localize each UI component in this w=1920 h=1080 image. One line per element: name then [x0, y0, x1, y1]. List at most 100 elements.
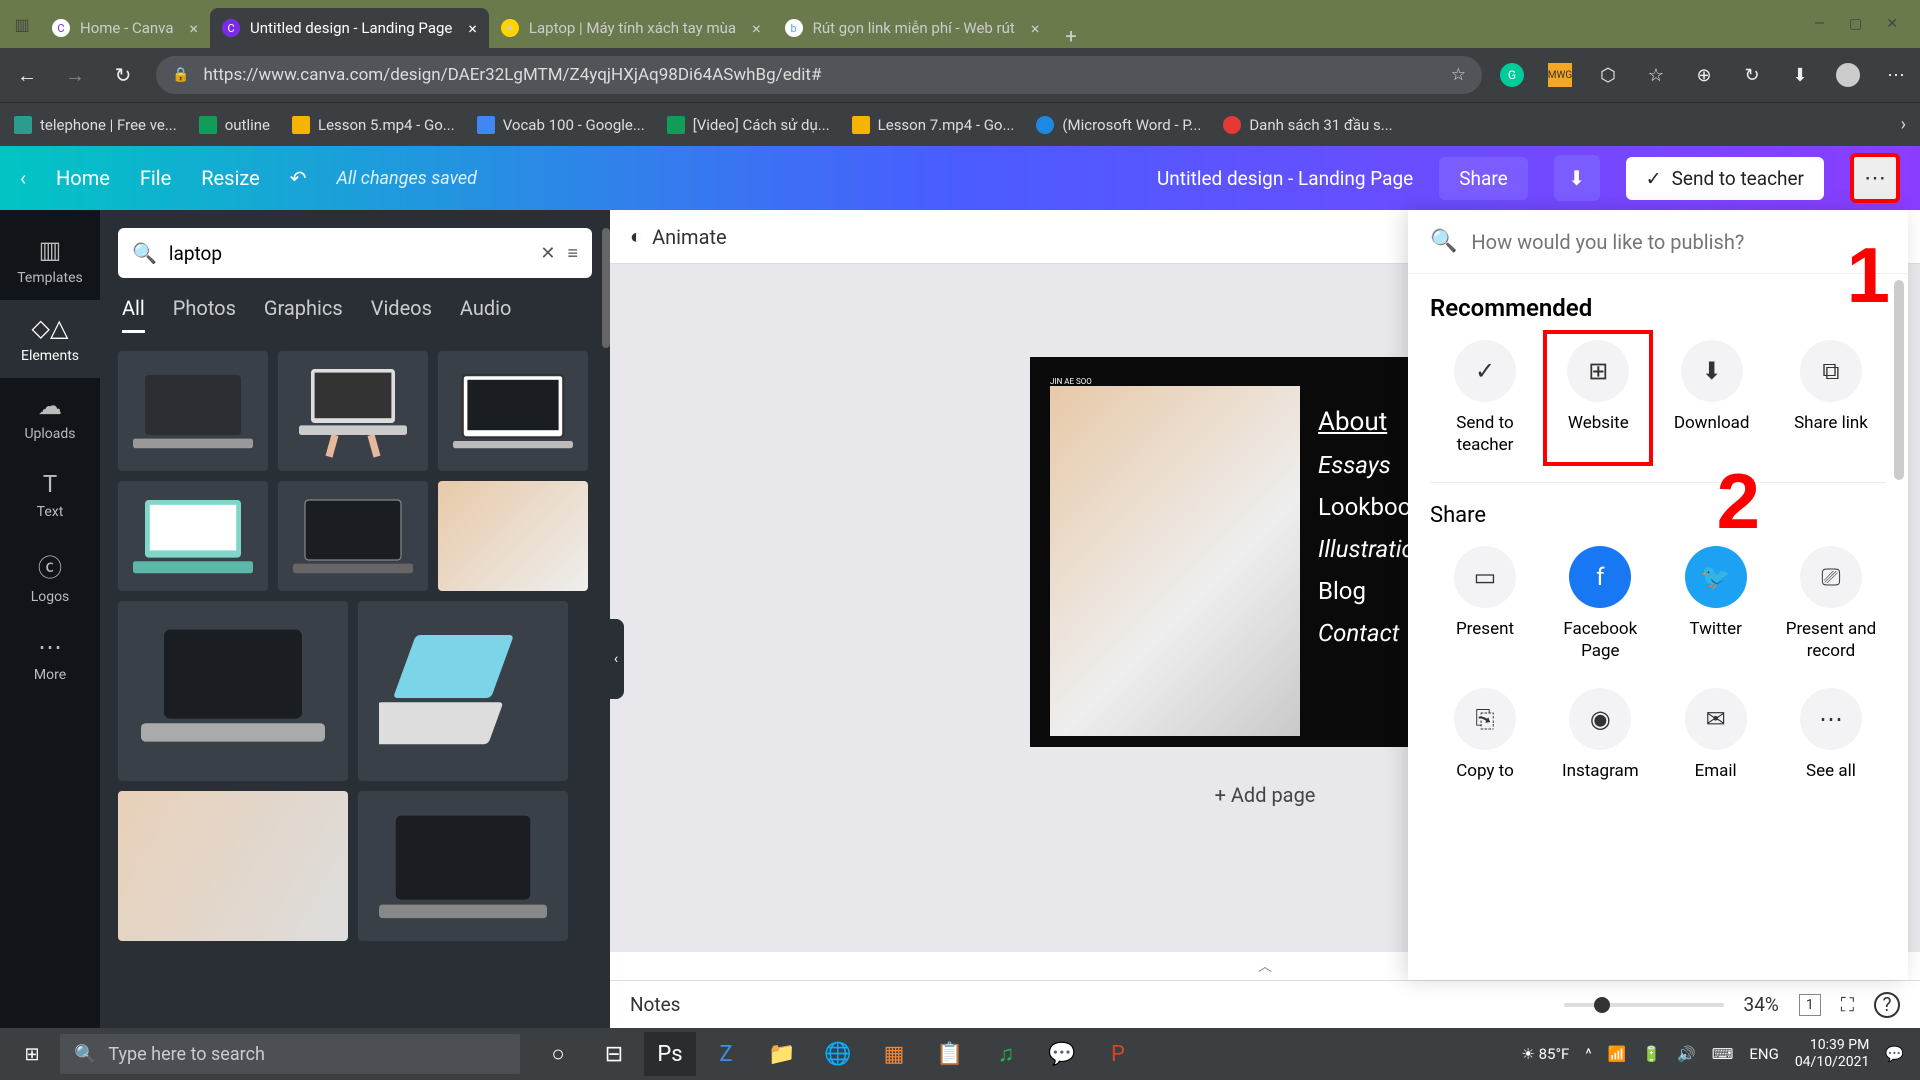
favorites-icon[interactable]: ☆ — [1644, 63, 1668, 87]
notifications-icon[interactable]: 💬 — [1885, 1045, 1904, 1063]
rail-uploads[interactable]: ☁Uploads — [0, 378, 100, 456]
wifi-icon[interactable]: 📶 — [1608, 1045, 1627, 1063]
tab-photos[interactable]: Photos — [173, 296, 236, 333]
close-icon[interactable]: × — [752, 19, 761, 38]
bookmark-item[interactable]: Vocab 100 - Google... — [477, 116, 645, 134]
publish-website[interactable]: ⊞Website — [1543, 330, 1653, 466]
tab-graphics[interactable]: Graphics — [264, 296, 343, 333]
search-box[interactable]: 🔍 ✕ ≡ — [118, 228, 592, 278]
close-icon[interactable]: × — [189, 19, 198, 38]
bookmark-item[interactable]: Danh sách 31 đầu s... — [1223, 116, 1392, 134]
task-photoshop[interactable]: Ps — [644, 1032, 696, 1076]
tab-overview-icon[interactable]: ▥ — [4, 15, 40, 34]
volume-icon[interactable]: 🔊 — [1677, 1045, 1696, 1063]
element-thumb[interactable] — [438, 481, 588, 591]
history-icon[interactable]: ↻ — [1740, 63, 1764, 87]
element-thumb[interactable] — [118, 351, 268, 471]
share-present-record[interactable]: ⎚Present and record — [1776, 546, 1886, 662]
language-indicator[interactable]: ENG — [1749, 1045, 1778, 1063]
bookmarks-overflow-icon[interactable]: › — [1901, 114, 1906, 135]
grammarly-icon[interactable]: G — [1500, 63, 1524, 87]
zoom-value[interactable]: 34% — [1744, 993, 1779, 1016]
keyboard-icon[interactable]: ⌨ — [1712, 1045, 1734, 1063]
element-thumb[interactable] — [118, 791, 348, 941]
task-spotify[interactable]: ♫ — [980, 1032, 1032, 1076]
element-thumb[interactable] — [438, 351, 588, 471]
task-powerpoint[interactable]: P — [1092, 1032, 1144, 1076]
share-instagram[interactable]: ◉Instagram — [1545, 688, 1655, 782]
home-link[interactable]: Home — [56, 166, 110, 190]
close-icon[interactable]: ✕ — [1886, 16, 1898, 32]
share-see-all[interactable]: ⋯See all — [1776, 688, 1886, 782]
rail-logos[interactable]: ⓒLogos — [0, 534, 100, 619]
page-count-icon[interactable]: 1 — [1799, 994, 1821, 1016]
panel-scrollbar[interactable] — [602, 228, 610, 348]
new-tab-button[interactable]: + — [1051, 24, 1090, 48]
bookmark-item[interactable]: Lesson 7.mp4 - Go... — [852, 116, 1015, 134]
back-button[interactable]: ← — [12, 63, 42, 88]
rail-elements[interactable]: ◇△Elements — [0, 300, 100, 378]
element-thumb[interactable] — [118, 481, 268, 591]
browser-tab-4[interactable]: bRút gọn link miễn phí - Web rút× — [773, 8, 1052, 48]
tab-videos[interactable]: Videos — [371, 296, 432, 333]
task-notes[interactable]: 📋 — [924, 1032, 976, 1076]
bookmark-item[interactable]: Lesson 5.mp4 - Go... — [292, 116, 455, 134]
clear-icon[interactable]: ✕ — [540, 243, 555, 264]
element-thumb[interactable] — [278, 351, 428, 471]
publish-send-teacher[interactable]: ✓Send to teacher — [1430, 340, 1540, 456]
publish-scrollbar[interactable] — [1894, 280, 1904, 480]
design-image[interactable] — [1050, 386, 1300, 736]
more-button[interactable]: ⋯ — [1850, 153, 1900, 203]
menu-icon[interactable]: ⋯ — [1884, 63, 1908, 87]
browser-tab-3[interactable]: ✦Laptop | Máy tính xách tay mùa× — [489, 8, 773, 48]
task-line[interactable]: 💬 — [1036, 1032, 1088, 1076]
tray-chevron-icon[interactable]: ^ — [1585, 1045, 1591, 1063]
maximize-icon[interactable]: ▢ — [1849, 16, 1862, 32]
forward-button[interactable]: → — [60, 63, 90, 88]
share-button[interactable]: Share — [1439, 157, 1527, 200]
add-page-button[interactable]: + Add page — [1185, 771, 1346, 819]
fullscreen-icon[interactable]: ⛶ — [1841, 993, 1854, 1016]
bookmark-item[interactable]: telephone | Free ve... — [14, 116, 177, 134]
publish-search[interactable]: 🔍 — [1408, 210, 1908, 274]
filter-icon[interactable]: ≡ — [567, 243, 578, 264]
favorite-icon[interactable]: ☆ — [1451, 65, 1466, 85]
bookmark-item[interactable]: (Microsoft Word - P... — [1036, 116, 1201, 134]
publish-share-link[interactable]: ⧉Share link — [1776, 340, 1886, 456]
taskbar-search[interactable]: 🔍Type here to search — [60, 1034, 520, 1074]
close-icon[interactable]: × — [1031, 19, 1040, 38]
minimize-icon[interactable]: — — [1814, 16, 1825, 32]
bookmark-item[interactable]: outline — [199, 116, 270, 134]
rail-more[interactable]: ⋯More — [0, 619, 100, 697]
design-title[interactable]: Untitled design - Landing Page — [1157, 167, 1413, 190]
rail-text[interactable]: TText — [0, 456, 100, 534]
resize-menu[interactable]: Resize — [201, 166, 260, 190]
animate-button[interactable]: ◐Animate — [630, 224, 727, 249]
collections-icon[interactable]: ⊕ — [1692, 63, 1716, 87]
task-edge[interactable]: 🌐 — [812, 1032, 864, 1076]
download-button[interactable]: ⬇ — [1554, 155, 1600, 201]
task-explorer[interactable]: 📁 — [756, 1032, 808, 1076]
extensions-icon[interactable]: ⬡ — [1596, 63, 1620, 87]
rail-templates[interactable]: ▥Templates — [0, 222, 100, 300]
back-icon[interactable]: ‹ — [20, 166, 26, 190]
search-input[interactable] — [169, 242, 528, 265]
element-thumb[interactable] — [118, 601, 348, 781]
profile-icon[interactable] — [1836, 63, 1860, 87]
task-view[interactable]: ⊟ — [588, 1032, 640, 1076]
undo-icon[interactable]: ↶ — [290, 166, 307, 190]
tab-all[interactable]: All — [122, 296, 145, 333]
bookmark-item[interactable]: [Video] Cách sử dụ... — [667, 116, 830, 134]
share-copy[interactable]: ⎘Copy to — [1430, 688, 1540, 782]
element-thumb[interactable] — [358, 791, 568, 941]
element-thumb[interactable] — [278, 481, 428, 591]
task-cortana[interactable]: ○ — [532, 1032, 584, 1076]
send-to-teacher-button[interactable]: ✓Send to teacher — [1626, 157, 1824, 200]
zoom-slider[interactable] — [1564, 1003, 1724, 1007]
reload-button[interactable]: ↻ — [108, 63, 138, 87]
browser-tab-2[interactable]: CUntitled design - Landing Page× — [210, 8, 489, 48]
share-twitter[interactable]: 🐦Twitter — [1661, 546, 1771, 662]
url-input[interactable]: 🔒 https://www.canva.com/design/DAEr32LgM… — [156, 56, 1482, 94]
downloads-icon[interactable]: ⬇ — [1788, 63, 1812, 87]
battery-icon[interactable]: 🔋 — [1642, 1045, 1661, 1063]
